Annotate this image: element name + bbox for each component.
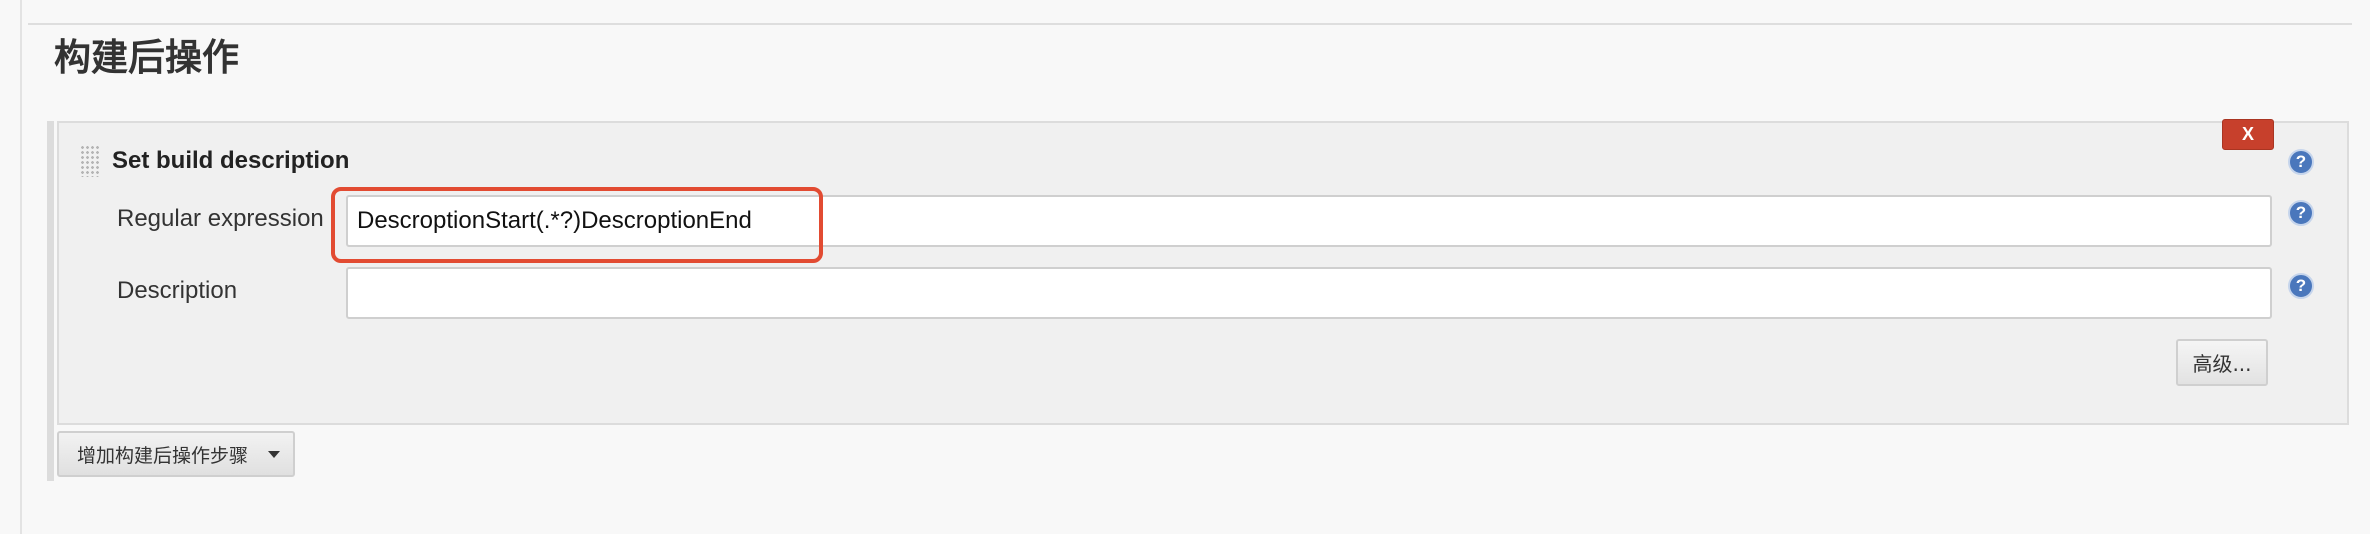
advanced-button[interactable]: 高级... (2176, 339, 2268, 386)
add-post-build-step-button[interactable]: 增加构建后操作步骤 (57, 431, 295, 477)
close-icon: X (2241, 124, 2254, 144)
left-border (20, 0, 22, 534)
step-group-bar (47, 121, 54, 481)
regex-input[interactable] (346, 195, 2272, 247)
delete-step-button[interactable]: X (2222, 119, 2274, 150)
section-title: 构建后操作 (54, 36, 239, 79)
description-input[interactable] (346, 267, 2272, 319)
drag-handle-icon[interactable] (80, 145, 100, 177)
regex-help-icon[interactable]: ? (2288, 200, 2314, 226)
section-divider (28, 23, 2352, 25)
caret-down-icon (268, 451, 280, 458)
description-label: Description (117, 277, 238, 304)
step-help-icon[interactable]: ? (2288, 149, 2314, 175)
add-step-label: 增加构建后操作步骤 (77, 444, 249, 467)
step-title: Set build description (112, 147, 350, 174)
description-help-icon[interactable]: ? (2288, 273, 2314, 299)
regex-label: Regular expression (117, 205, 324, 232)
